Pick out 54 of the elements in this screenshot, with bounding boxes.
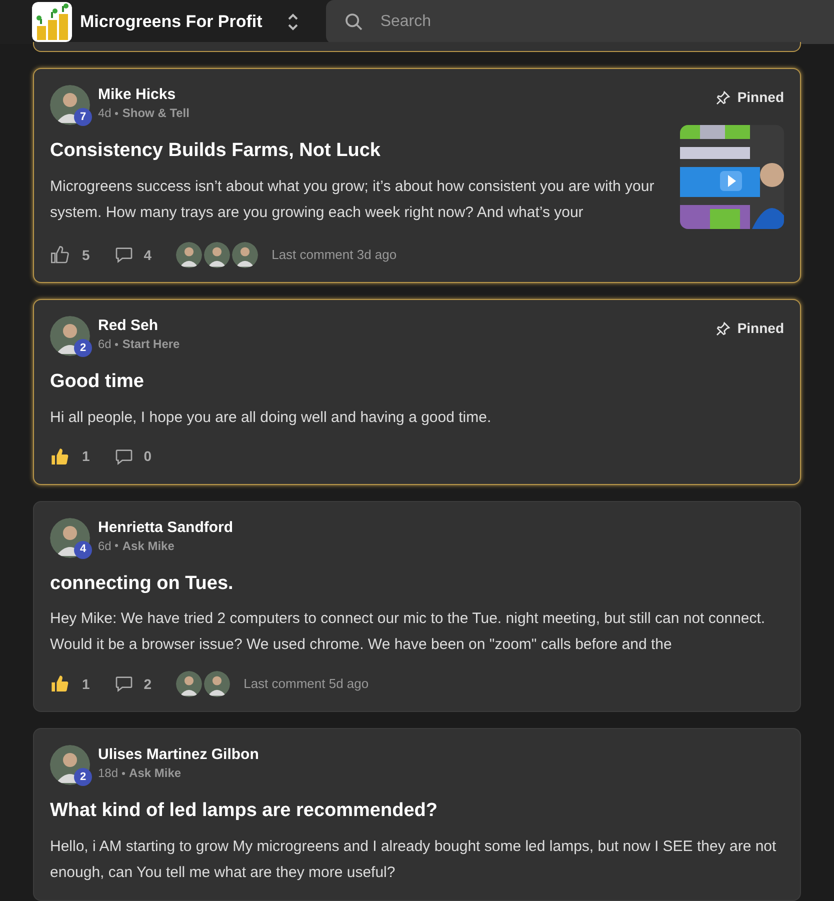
post-age: 6d	[98, 336, 112, 352]
comment-count: 0	[144, 447, 152, 466]
category-link[interactable]: Start Here	[122, 336, 180, 352]
category-link[interactable]: Ask Mike	[129, 765, 182, 781]
post-card[interactable]: 2 Red Seh 6d Start Here Pinned Good time Hi all people, I hope you are all doing well and having a good time. 1 0	[33, 299, 801, 484]
level-badge: 2	[74, 339, 92, 357]
post-age: 6d	[98, 538, 112, 554]
like-count: 1	[82, 674, 90, 694]
post-title[interactable]: What kind of led lamps are recommended?	[50, 797, 784, 826]
chevron-up-down-icon[interactable]	[286, 12, 300, 32]
avatar-icon	[232, 242, 258, 268]
post-body: Hi all people, I hope you are all doing well and having a good time.	[50, 408, 492, 428]
post-card[interactable]	[33, 68, 801, 283]
last-comment-time: Last comment 3d ago	[272, 246, 397, 264]
thumbs-up-icon[interactable]	[50, 446, 70, 466]
author-name[interactable]: Ulises Martinez Gilbon	[98, 745, 259, 765]
search-field[interactable]: Search	[326, 0, 834, 44]
pinned-label: Pinned	[737, 319, 784, 338]
last-comment-time: Last comment 5d ago	[244, 675, 369, 694]
like-count: 5	[82, 246, 90, 264]
avatar-icon	[204, 671, 230, 697]
group-title[interactable]: Microgreens For Profit	[80, 9, 262, 35]
comment-count: 4	[144, 246, 152, 264]
post-card[interactable]	[33, 500, 801, 712]
category-link[interactable]: Ask Mike	[122, 538, 174, 554]
level-badge: 7	[74, 108, 92, 126]
author-name[interactable]: Henrietta Sandford	[98, 518, 234, 538]
category-link[interactable]: Show & Tell	[122, 105, 190, 121]
comment-icon[interactable]	[114, 446, 134, 466]
like-count: 1	[82, 447, 90, 466]
level-badge: 2	[74, 768, 92, 786]
thumbs-up-icon[interactable]	[50, 674, 70, 694]
author-name[interactable]: Red Seh	[98, 316, 180, 336]
comment-icon[interactable]	[114, 245, 134, 265]
avatar-icon	[204, 242, 230, 268]
author-name[interactable]: Mike Hicks	[98, 85, 190, 105]
comment-count: 2	[144, 674, 152, 694]
post-body: Hello, i AM starting to grow My microgreens and I already bought some led lamps, but now I SEE they are not enough, can You tell me what are they more useful?	[50, 836, 778, 882]
search-icon	[344, 12, 364, 32]
pinned-label: Pinned	[737, 88, 784, 107]
thumbs-up-icon[interactable]	[50, 245, 70, 265]
post-age: 18d	[98, 765, 118, 781]
post-title[interactable]: Good time	[50, 368, 784, 396]
avatar-icon	[176, 242, 202, 268]
post-body: Microgreens success isn’t about what you grow; it’s about how consistent you are with your system. How many trays are you growing each week right now? And what’s your	[50, 176, 656, 222]
search-input[interactable]: Search	[380, 10, 834, 34]
post-title[interactable]: connecting on Tues.	[50, 570, 784, 598]
avatar-icon	[176, 671, 202, 697]
comment-icon[interactable]	[114, 674, 134, 694]
post-age: 4d	[98, 105, 112, 121]
post-title[interactable]: Consistency Builds Farms, Not Luck	[50, 137, 660, 166]
post-body: Hey Mike: We have tried 2 computers to connect our mic to the Tue. night meeting, but still can not connect. Would it be a browser issue? We used chrome. We have been on "zoom" calls before and the	[50, 609, 766, 655]
logo-icon[interactable]	[32, 2, 72, 42]
post-card[interactable]	[33, 728, 801, 900]
